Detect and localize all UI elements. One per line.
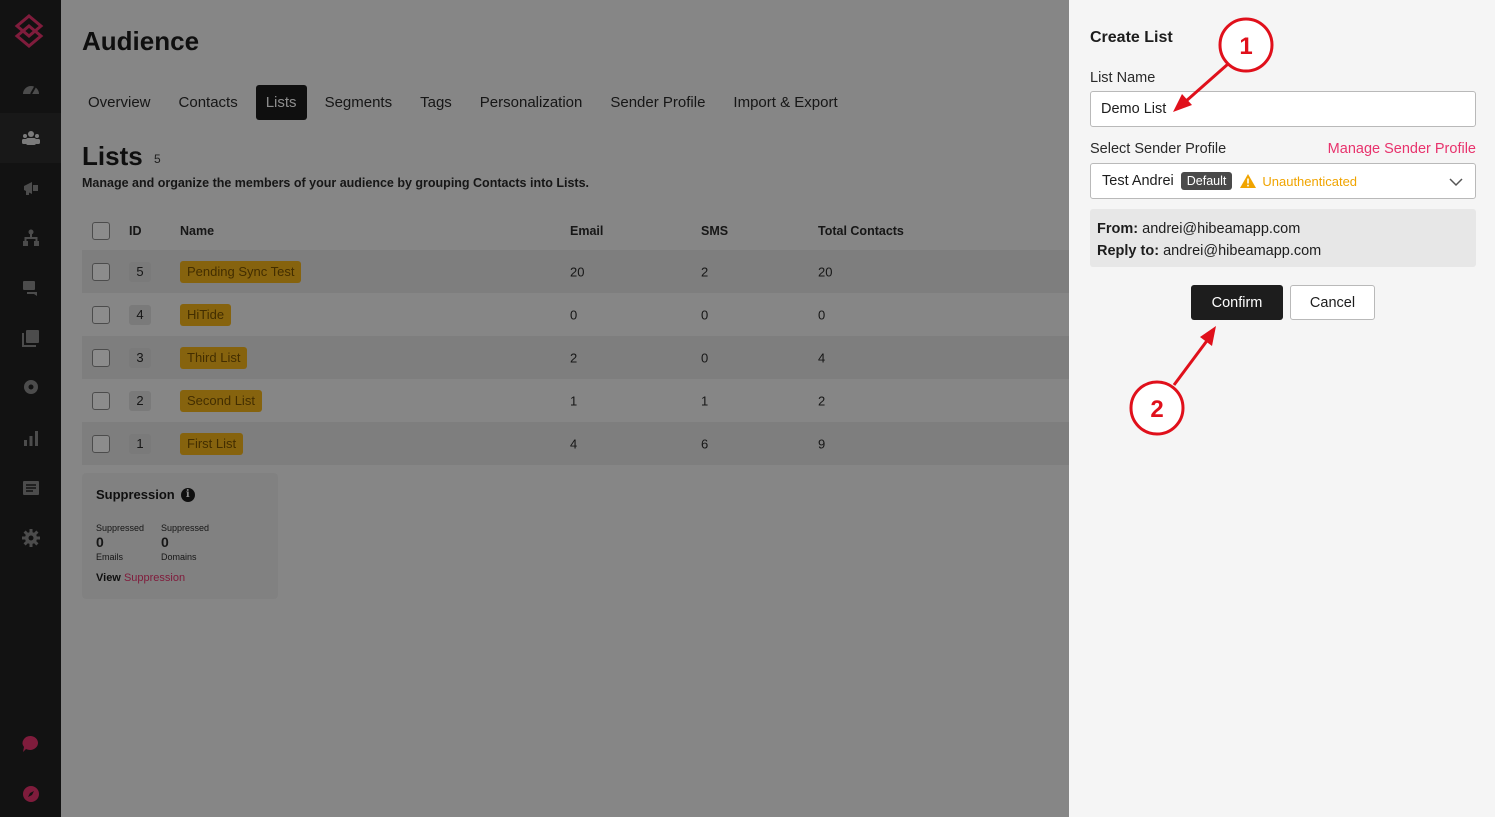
list-name-input[interactable] — [1090, 91, 1476, 127]
from-label: From: — [1097, 221, 1139, 237]
default-badge: Default — [1180, 172, 1233, 190]
cancel-button[interactable]: Cancel — [1290, 285, 1375, 320]
manage-sender-profile-link[interactable]: Manage Sender Profile — [1328, 141, 1476, 157]
modal-backdrop[interactable] — [0, 0, 1069, 817]
warning-icon — [1240, 174, 1257, 188]
from-address: andrei@hibeamapp.com — [1142, 221, 1301, 237]
create-list-panel: Create List List Name Select Sender Prof… — [1069, 0, 1495, 817]
chevron-down-icon — [1449, 178, 1463, 187]
reply-to-address: andrei@hibeamapp.com — [1163, 243, 1322, 259]
from-line: From: andrei@hibeamapp.com — [1097, 218, 1469, 240]
list-name-label: List Name — [1090, 70, 1156, 86]
sender-profile-label: Select Sender Profile — [1090, 141, 1227, 157]
panel-title: Create List — [1090, 29, 1173, 46]
sender-details: From: andrei@hibeamapp.com Reply to: and… — [1090, 209, 1476, 267]
reply-to-label: Reply to: — [1097, 243, 1160, 259]
reply-to-line: Reply to: andrei@hibeamapp.com — [1097, 240, 1469, 262]
sender-profile-name: Test Andrei — [1102, 173, 1174, 189]
confirm-button[interactable]: Confirm — [1191, 285, 1283, 320]
unauthenticated-status: Unauthenticated — [1262, 173, 1358, 189]
sender-profile-select[interactable]: Test Andrei Default Unauthenticated — [1090, 163, 1476, 199]
